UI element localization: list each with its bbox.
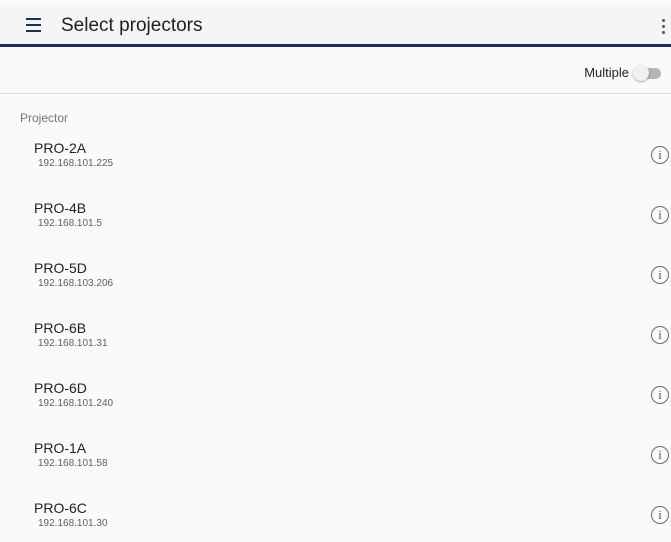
projector-name: PRO-2A [34, 140, 87, 156]
projector-name: PRO-6D [34, 380, 87, 396]
app-window: Select projectors Multiple Projector PRO… [0, 0, 671, 542]
info-icon[interactable]: i [651, 506, 669, 524]
projector-ip: 192.168.101.58 [38, 458, 108, 469]
list-item[interactable]: PRO-2A 192.168.101.225 i [0, 132, 671, 192]
projector-name: PRO-6B [34, 320, 87, 336]
info-glyph: i [658, 387, 662, 402]
multiple-label: Multiple [584, 65, 629, 80]
info-glyph: i [658, 147, 662, 162]
info-icon[interactable]: i [651, 446, 669, 464]
info-glyph: i [658, 267, 662, 282]
info-icon[interactable]: i [651, 146, 669, 164]
info-icon[interactable]: i [651, 386, 669, 404]
list-item[interactable]: PRO-4B 192.168.101.5 i [0, 192, 671, 252]
projector-ip: 192.168.101.30 [38, 518, 108, 529]
projector-list: PRO-2A 192.168.101.225 i PRO-4B 192.168.… [0, 132, 671, 542]
projector-name: PRO-4B [34, 200, 87, 216]
app-bar: Select projectors [0, 4, 671, 47]
info-icon[interactable]: i [651, 206, 669, 224]
info-icon[interactable]: i [651, 326, 669, 344]
page-title: Select projectors [61, 15, 203, 36]
info-glyph: i [658, 327, 662, 342]
list-item[interactable]: PRO-1A 192.168.101.58 i [0, 432, 671, 492]
info-glyph: i [658, 507, 662, 522]
projector-ip: 192.168.101.5 [38, 218, 102, 229]
list-item[interactable]: PRO-6D 192.168.101.240 i [0, 372, 671, 432]
projector-name: PRO-6C [34, 500, 87, 516]
hamburger-menu-icon[interactable] [22, 15, 46, 35]
projector-name: PRO-5D [34, 260, 87, 276]
list-item[interactable]: PRO-5D 192.168.103.206 i [0, 252, 671, 312]
list-item[interactable]: PRO-6C 192.168.101.30 i [0, 492, 671, 542]
info-icon[interactable]: i [651, 266, 669, 284]
toggle-thumb [633, 65, 649, 81]
list-item[interactable]: PRO-6B 192.168.101.31 i [0, 312, 671, 372]
projector-name: PRO-1A [34, 440, 87, 456]
multiple-toggle[interactable] [633, 65, 662, 81]
projector-ip: 192.168.101.225 [38, 158, 114, 169]
projector-ip: 192.168.103.206 [38, 278, 114, 289]
info-glyph: i [658, 207, 662, 222]
info-glyph: i [658, 447, 662, 462]
multiple-select-row: Multiple [0, 47, 671, 94]
projector-ip: 192.168.101.31 [38, 338, 108, 349]
projector-ip: 192.168.101.240 [38, 398, 114, 409]
section-header-projector: Projector [20, 111, 69, 125]
more-vertical-icon[interactable] [655, 15, 671, 37]
